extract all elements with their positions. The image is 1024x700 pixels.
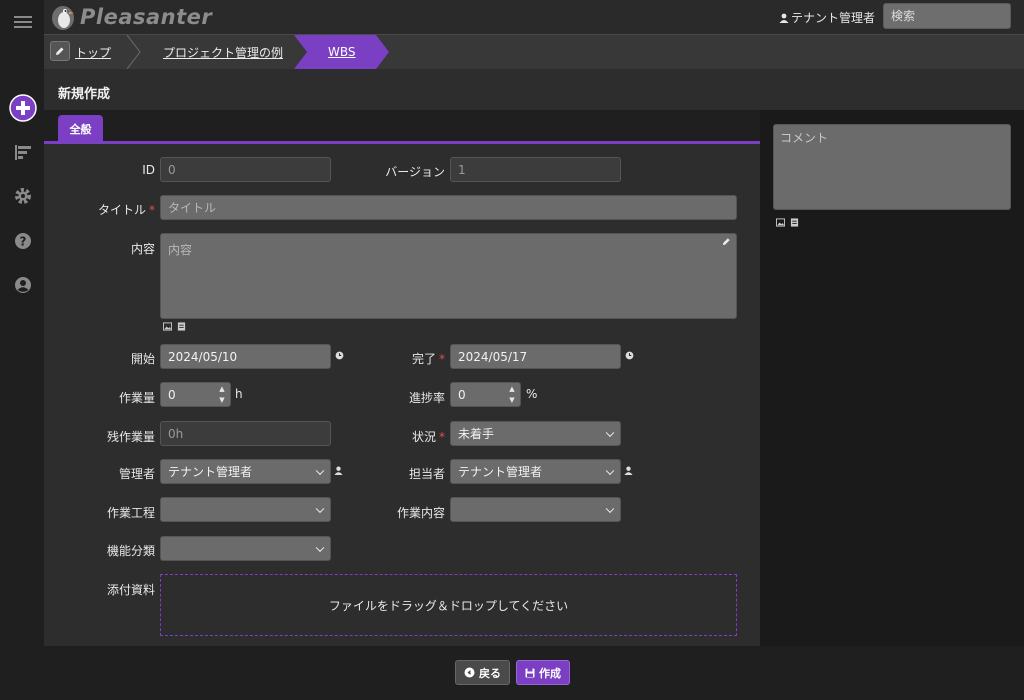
- create-button[interactable]: 作成: [516, 660, 570, 685]
- breadcrumb-item-wbs[interactable]: WBS: [328, 35, 356, 69]
- id-label: ID: [142, 163, 155, 177]
- progress-stepper[interactable]: 0 ▲ ▼: [450, 382, 521, 407]
- save-icon: [525, 668, 535, 677]
- progress-unit: %: [526, 387, 538, 401]
- attachments-label: 添付資料: [106, 583, 155, 597]
- attachment-icon[interactable]: [790, 218, 799, 227]
- user-icon[interactable]: [624, 466, 633, 475]
- user-menu[interactable]: テナント管理者: [779, 9, 875, 26]
- breadcrumb: トップ プロジェクト管理の例 WBS: [44, 34, 1024, 69]
- user-icon: [779, 13, 789, 23]
- start-date-input[interactable]: 2024/05/10: [160, 344, 331, 369]
- version-label: バージョン: [385, 165, 445, 179]
- manager-label: 管理者: [118, 467, 155, 481]
- logo[interactable]: Pleasanter: [50, 3, 212, 31]
- id-field: 0: [160, 157, 331, 182]
- user-circle-icon[interactable]: [12, 274, 34, 296]
- attachment-icon[interactable]: [177, 322, 186, 331]
- feature-select[interactable]: [160, 536, 331, 561]
- back-button[interactable]: 戻る: [455, 660, 510, 685]
- attachment-dropzone[interactable]: ファイルをドラッグ＆ドロップしてください: [160, 574, 737, 636]
- image-icon[interactable]: [163, 322, 172, 331]
- menu-icon[interactable]: [12, 11, 34, 33]
- remaining-label: 残作業量: [106, 430, 155, 444]
- header: Pleasanter テナント管理者: [44, 0, 1024, 34]
- title-input[interactable]: タイトル: [160, 195, 737, 220]
- user-name: テナント管理者: [791, 11, 876, 25]
- image-icon[interactable]: [776, 218, 785, 227]
- clock-icon[interactable]: [625, 351, 634, 360]
- progress-value: 0: [458, 387, 466, 402]
- title-bar: 新規作成: [44, 69, 1024, 110]
- comment-textarea[interactable]: コメント: [773, 124, 1011, 210]
- back-label: 戻る: [479, 666, 501, 680]
- body-textarea[interactable]: 内容: [160, 233, 737, 319]
- help-icon[interactable]: ?: [12, 230, 34, 252]
- owner-select[interactable]: テナント管理者: [450, 459, 621, 484]
- body-label: 内容: [130, 242, 155, 256]
- pencil-icon[interactable]: [722, 237, 731, 246]
- end-date-input[interactable]: 2024/05/17: [450, 344, 621, 369]
- new-item-icon[interactable]: [9, 94, 37, 122]
- search-input[interactable]: [883, 3, 1011, 29]
- sidebar: ?: [0, 0, 44, 700]
- end-label: 完了 *: [411, 352, 445, 366]
- footer: 戻る 作成: [44, 646, 1024, 700]
- progress-label: 進捗率: [408, 391, 445, 405]
- version-field: 1: [450, 157, 621, 182]
- work-content-select[interactable]: [450, 497, 621, 522]
- penguin-icon: [52, 6, 74, 30]
- gantt-icon[interactable]: [12, 141, 34, 163]
- edit-form: ID 0 バージョン 1 タイトル * タイトル 内容 内容 開始 2024/05…: [44, 144, 760, 646]
- feature-label: 機能分類: [106, 544, 155, 558]
- work-content-label: 作業内容: [396, 506, 445, 520]
- page-title: 新規作成: [58, 87, 111, 102]
- remaining-field: 0h: [160, 421, 331, 446]
- tab-strip: 全般: [44, 110, 760, 144]
- status-select[interactable]: 未着手: [450, 421, 621, 446]
- process-label: 作業工程: [106, 506, 155, 520]
- gear-icon[interactable]: [12, 185, 34, 207]
- create-label: 作成: [539, 666, 561, 680]
- tab-general[interactable]: 全般: [58, 115, 103, 142]
- dropzone-text: ファイルをドラッグ＆ドロップしてください: [328, 598, 569, 613]
- comment-panel: コメント: [760, 110, 1024, 668]
- status-label: 状況 *: [411, 430, 445, 444]
- breadcrumb-item-top[interactable]: トップ: [75, 35, 111, 69]
- back-icon: [464, 667, 475, 678]
- work-unit: h: [235, 387, 243, 401]
- spinner-icon[interactable]: ▲ ▼: [217, 385, 227, 405]
- manager-select[interactable]: テナント管理者: [160, 459, 331, 484]
- user-icon[interactable]: [334, 466, 343, 475]
- work-label: 作業量: [118, 391, 155, 405]
- breadcrumb-item-project[interactable]: プロジェクト管理の例: [163, 35, 283, 69]
- svg-text:?: ?: [20, 235, 27, 249]
- title-label: タイトル *: [97, 203, 155, 217]
- edit-icon[interactable]: [50, 41, 70, 61]
- owner-label: 担当者: [408, 467, 445, 481]
- spinner-icon[interactable]: ▲ ▼: [507, 385, 517, 405]
- start-label: 開始: [130, 352, 155, 366]
- work-value: 0: [168, 387, 176, 402]
- work-stepper[interactable]: 0 ▲ ▼: [160, 382, 231, 407]
- process-select[interactable]: [160, 497, 331, 522]
- logo-text: Pleasanter: [80, 5, 213, 29]
- clock-icon[interactable]: [335, 351, 344, 360]
